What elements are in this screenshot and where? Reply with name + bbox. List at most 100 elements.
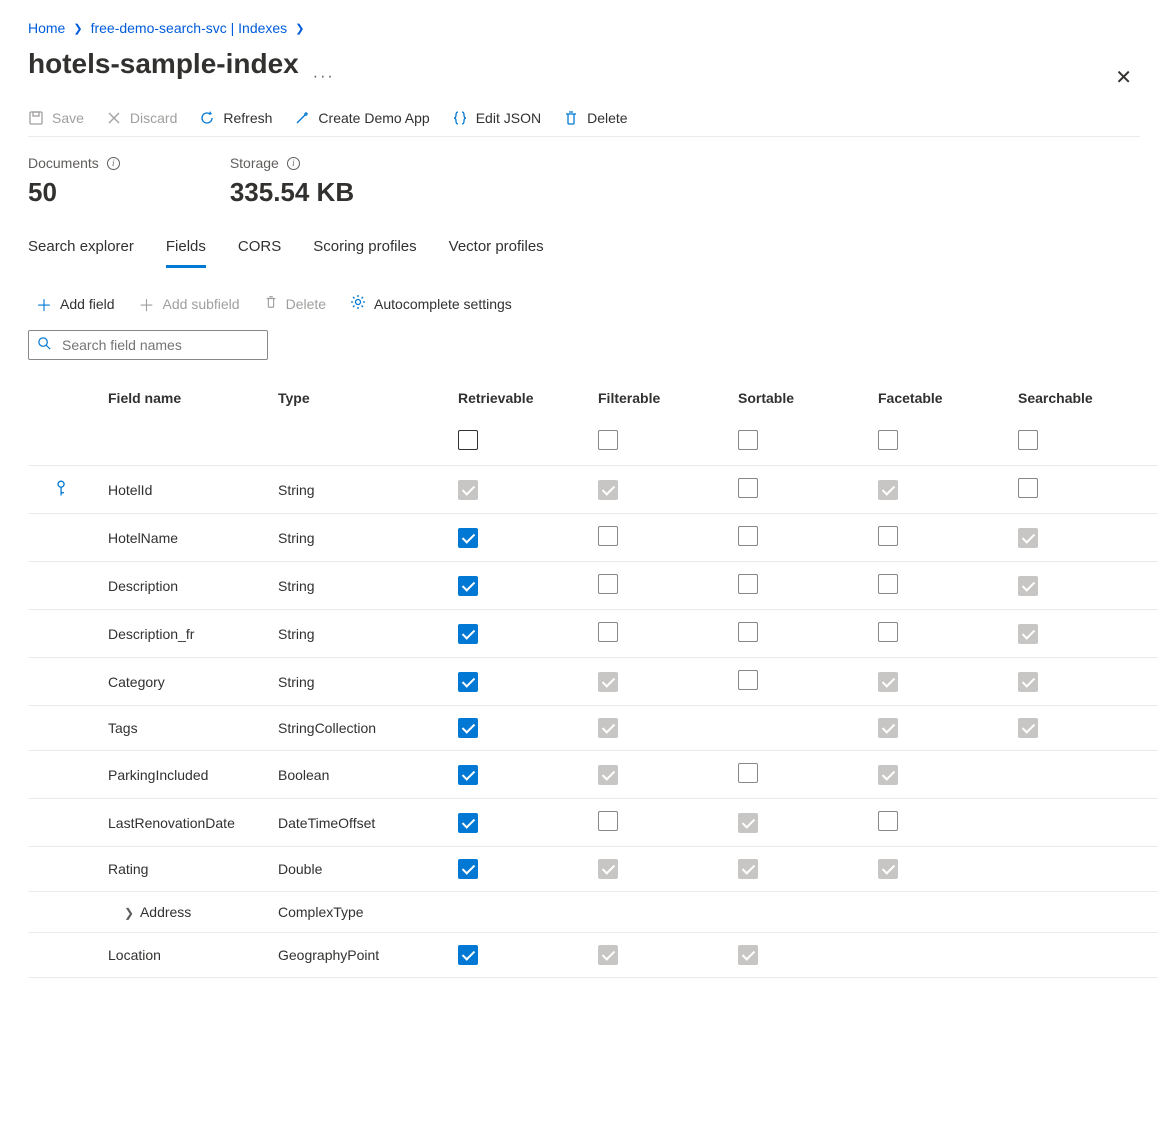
- breadcrumb-service[interactable]: free-demo-search-svc | Indexes: [91, 20, 288, 36]
- checkbox-retrievable[interactable]: [458, 765, 478, 785]
- table-row[interactable]: ❯ AddressComplexType: [28, 892, 1158, 933]
- field-name: Address: [134, 904, 191, 920]
- chevron-right-icon: ❯: [73, 22, 82, 35]
- checkbox-sortable[interactable]: [738, 526, 758, 546]
- table-row[interactable]: DescriptionString: [28, 562, 1158, 610]
- checkbox-sortable[interactable]: [738, 574, 758, 594]
- checkbox-facetable[interactable]: [878, 526, 898, 546]
- create-demo-button[interactable]: Create Demo App: [294, 110, 429, 126]
- checkbox-sortable[interactable]: [738, 622, 758, 642]
- stats-row: Documentsi 50 Storagei 335.54 KB: [28, 137, 1140, 230]
- table-row[interactable]: TagsStringCollection: [28, 706, 1158, 751]
- checkbox-facetable: [878, 765, 898, 785]
- stat-storage-value: 335.54 KB: [230, 177, 354, 208]
- header-checkbox-retrievable[interactable]: [458, 430, 478, 450]
- header-checkbox-filterable[interactable]: [598, 430, 618, 450]
- field-name: Description: [108, 562, 278, 610]
- search-input[interactable]: [60, 336, 259, 354]
- checkbox-facetable[interactable]: [878, 622, 898, 642]
- table-row[interactable]: CategoryString: [28, 658, 1158, 706]
- checkbox-retrievable[interactable]: [458, 576, 478, 596]
- command-bar: Save Discard Refresh Create Demo App Edi…: [28, 110, 1140, 137]
- refresh-button[interactable]: Refresh: [199, 110, 272, 126]
- save-icon: [28, 110, 44, 126]
- checkbox-filterable: [598, 945, 618, 965]
- checkbox-retrievable[interactable]: [458, 624, 478, 644]
- field-type: StringCollection: [278, 706, 458, 751]
- edit-json-button[interactable]: Edit JSON: [452, 110, 541, 126]
- checkbox-searchable: [1018, 672, 1038, 692]
- checkbox-filterable[interactable]: [598, 622, 618, 642]
- checkbox-retrievable[interactable]: [458, 528, 478, 548]
- checkbox-filterable: [598, 718, 618, 738]
- add-field-button[interactable]: ＋ Add field: [36, 292, 115, 316]
- autocomplete-settings-button[interactable]: Autocomplete settings: [350, 294, 512, 315]
- field-name: LastRenovationDate: [108, 799, 278, 847]
- checkbox-filterable[interactable]: [598, 574, 618, 594]
- checkbox-retrievable[interactable]: [458, 813, 478, 833]
- fields-toolbar: ＋ Add field ＋ Add subfield Delete Autoco…: [28, 282, 1140, 330]
- tab-cors[interactable]: CORS: [238, 230, 281, 268]
- checkbox-filterable: [598, 765, 618, 785]
- close-icon[interactable]: ✕: [1107, 61, 1140, 94]
- stat-documents-label: Documents: [28, 155, 99, 171]
- checkbox-retrievable[interactable]: [458, 672, 478, 692]
- field-type: Boolean: [278, 751, 458, 799]
- checkbox-filterable[interactable]: [598, 811, 618, 831]
- checkbox-retrievable[interactable]: [458, 718, 478, 738]
- header-checkbox-searchable[interactable]: [1018, 430, 1038, 450]
- field-type: String: [278, 658, 458, 706]
- checkbox-retrievable: [458, 480, 478, 500]
- header-checkbox-facetable[interactable]: [878, 430, 898, 450]
- field-type: String: [278, 514, 458, 562]
- field-name: ParkingIncluded: [108, 751, 278, 799]
- field-name: Category: [108, 658, 278, 706]
- field-name: Rating: [108, 847, 278, 892]
- table-row[interactable]: LocationGeographyPoint: [28, 933, 1158, 978]
- tab-vector[interactable]: Vector profiles: [449, 230, 544, 268]
- discard-icon: [106, 110, 122, 126]
- tab-fields[interactable]: Fields: [166, 230, 206, 268]
- save-button: Save: [28, 110, 84, 126]
- checkbox-sortable[interactable]: [738, 763, 758, 783]
- checkbox-facetable: [878, 718, 898, 738]
- checkbox-searchable: [1018, 576, 1038, 596]
- search-field-names[interactable]: [28, 330, 268, 360]
- field-type: String: [278, 610, 458, 658]
- chevron-right-icon[interactable]: ❯: [124, 906, 134, 920]
- info-icon[interactable]: i: [287, 157, 300, 170]
- checkbox-facetable[interactable]: [878, 574, 898, 594]
- checkbox-filterable[interactable]: [598, 526, 618, 546]
- table-row[interactable]: RatingDouble: [28, 847, 1158, 892]
- checkbox-retrievable[interactable]: [458, 945, 478, 965]
- title-row: hotels-sample-index ··· ✕: [28, 44, 1140, 110]
- refresh-icon: [199, 110, 215, 126]
- table-row[interactable]: ParkingIncludedBoolean: [28, 751, 1158, 799]
- table-row[interactable]: LastRenovationDateDateTimeOffset: [28, 799, 1158, 847]
- delete-button[interactable]: Delete: [563, 110, 627, 126]
- fields-table: Field name Type Retrievable Filterable S…: [28, 378, 1158, 978]
- breadcrumb-home[interactable]: Home: [28, 20, 65, 36]
- field-name: Location: [108, 933, 278, 978]
- more-button[interactable]: ···: [313, 68, 335, 86]
- page-title: hotels-sample-index: [28, 48, 299, 80]
- tab-scoring[interactable]: Scoring profiles: [313, 230, 416, 268]
- discard-button: Discard: [106, 110, 177, 126]
- checkbox-facetable[interactable]: [878, 811, 898, 831]
- table-row[interactable]: HotelNameString: [28, 514, 1158, 562]
- wand-icon: [294, 110, 310, 126]
- table-row[interactable]: Description_frString: [28, 610, 1158, 658]
- col-sortable: Sortable: [738, 378, 878, 418]
- header-checkbox-sortable[interactable]: [738, 430, 758, 450]
- add-subfield-button: ＋ Add subfield: [139, 292, 240, 316]
- checkbox-retrievable[interactable]: [458, 859, 478, 879]
- table-row[interactable]: HotelIdString: [28, 466, 1158, 514]
- checkbox-sortable[interactable]: [738, 670, 758, 690]
- checkbox-searchable: [1018, 624, 1038, 644]
- checkbox-filterable: [598, 672, 618, 692]
- checkbox-sortable[interactable]: [738, 478, 758, 498]
- checkbox-searchable[interactable]: [1018, 478, 1038, 498]
- field-type: String: [278, 466, 458, 514]
- tab-search-explorer[interactable]: Search explorer: [28, 230, 134, 268]
- info-icon[interactable]: i: [107, 157, 120, 170]
